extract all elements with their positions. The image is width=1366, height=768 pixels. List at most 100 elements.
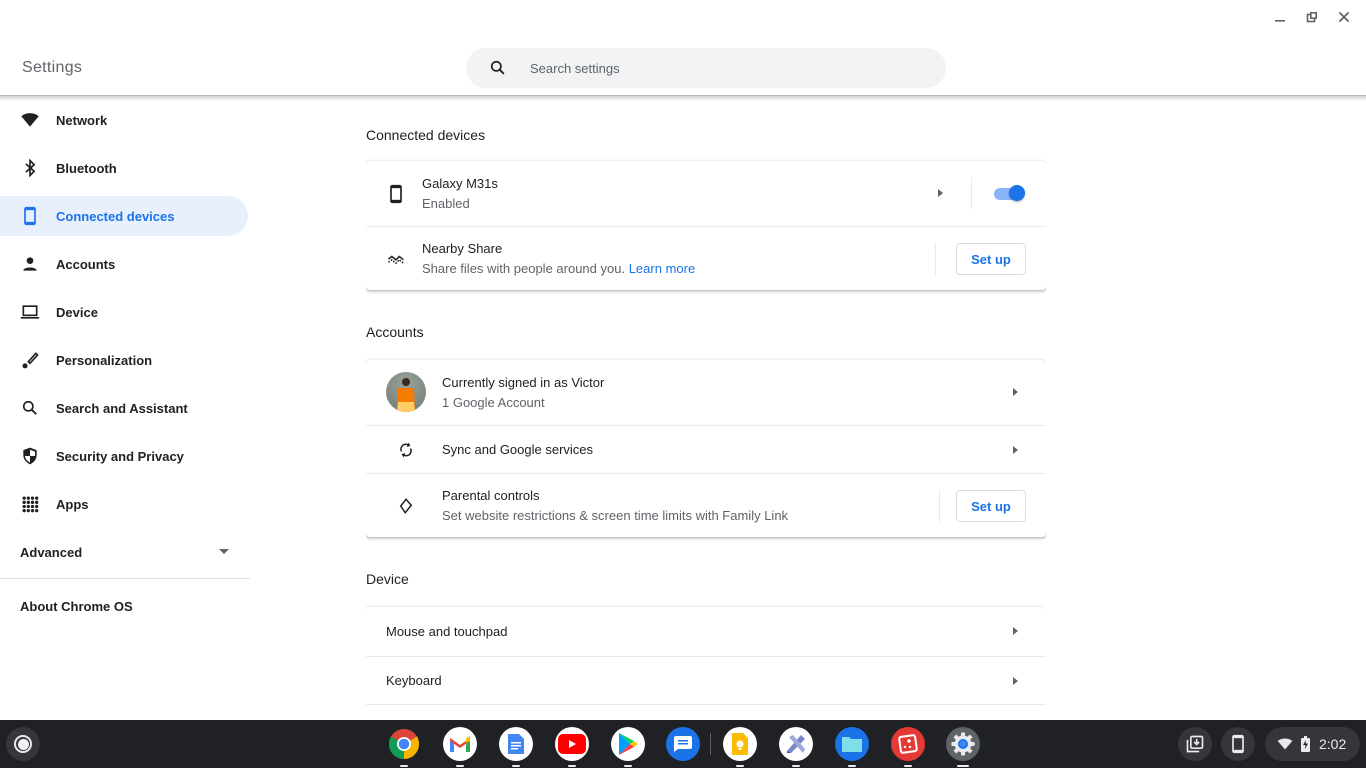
device-row-displays[interactable]: Displays xyxy=(366,704,1046,720)
sidebar-advanced-toggle[interactable]: Advanced xyxy=(0,532,248,572)
chrome-icon xyxy=(388,729,420,759)
sidebar-item-about[interactable]: About Chrome OS xyxy=(0,579,250,633)
sidebar-item-label: Accounts xyxy=(56,256,116,272)
device-row-mouse-touchpad[interactable]: Mouse and touchpad xyxy=(366,607,1046,656)
device-row-label: Keyboard xyxy=(386,673,442,688)
arrow-right-icon xyxy=(1013,446,1018,454)
device-row-keyboard[interactable]: Keyboard xyxy=(366,656,1046,704)
nearby-share-setup-button[interactable]: Set up xyxy=(956,243,1026,275)
app-title: Settings xyxy=(22,59,83,76)
sync-text: Sync and Google services xyxy=(442,442,593,457)
close-button[interactable] xyxy=(1328,6,1360,28)
signed-in-subtitle: 1 Google Account xyxy=(442,395,545,410)
phone-icon xyxy=(1232,734,1244,754)
arrow-right-icon xyxy=(1013,627,1018,635)
sidebar-item-connected-devices[interactable]: Connected devices xyxy=(0,196,248,236)
sidebar-item-label: Network xyxy=(56,112,108,128)
keep-icon xyxy=(732,733,748,755)
learn-more-link[interactable]: Learn more xyxy=(629,261,695,276)
phone-icon xyxy=(386,184,406,204)
avatar xyxy=(386,372,426,412)
running-indicator xyxy=(957,765,969,767)
shelf-app-gmail[interactable] xyxy=(443,727,477,767)
parental-controls-row[interactable]: Parental controls Set website restrictio… xyxy=(366,473,1046,537)
parental-controls-title: Parental controls xyxy=(442,488,540,503)
running-indicator xyxy=(904,765,912,767)
shelf-app-youtube[interactable] xyxy=(555,727,589,767)
settings-gear-icon xyxy=(951,732,975,756)
phone-row[interactable]: Galaxy M31s Enabled xyxy=(366,161,1046,226)
phone-text: Galaxy M31s Enabled xyxy=(422,176,498,211)
status-area[interactable]: 2:02 xyxy=(1265,727,1360,761)
search-input[interactable] xyxy=(530,60,910,76)
sidebar-item-accounts[interactable]: Accounts xyxy=(0,244,248,284)
toggle-knob xyxy=(1009,185,1025,201)
phone-hub-button[interactable] xyxy=(1221,727,1255,761)
wifi-icon xyxy=(1277,738,1293,750)
arrow-right-icon xyxy=(1013,388,1018,396)
holding-space-button[interactable] xyxy=(1178,727,1212,761)
nearby-share-icon xyxy=(386,249,406,269)
sidebar: Network Bluetooth Connected devices Acco… xyxy=(0,100,250,633)
sidebar-item-device[interactable]: Device xyxy=(0,292,248,332)
phone-name: Galaxy M31s xyxy=(422,176,498,191)
search-icon xyxy=(490,60,505,75)
files-icon xyxy=(842,737,862,752)
minimize-button[interactable] xyxy=(1264,6,1296,28)
sidebar-item-bluetooth[interactable]: Bluetooth xyxy=(0,148,248,188)
sidebar-item-personalization[interactable]: Personalization xyxy=(0,340,248,380)
sidebar-item-search-and-assistant[interactable]: Search and Assistant xyxy=(0,388,248,428)
shelf-app-chrome[interactable] xyxy=(387,727,421,767)
signed-in-text: Currently signed in as Victor 1 Google A… xyxy=(442,375,604,410)
sidebar-item-security-and-privacy[interactable]: Security and Privacy xyxy=(0,436,248,476)
nearby-share-row[interactable]: Nearby Share Share files with people aro… xyxy=(366,226,1046,290)
advanced-label: Advanced xyxy=(20,544,83,560)
shelf-app-play-store[interactable] xyxy=(611,727,645,767)
sync-row[interactable]: Sync and Google services xyxy=(366,425,1046,473)
running-indicator xyxy=(568,765,576,767)
sync-title: Sync and Google services xyxy=(442,442,594,457)
launcher-button[interactable] xyxy=(6,727,40,761)
sidebar-item-apps[interactable]: Apps xyxy=(0,484,248,524)
nearby-share-text: Nearby Share Share files with people aro… xyxy=(422,241,695,276)
search-box[interactable] xyxy=(466,48,946,88)
device-row-text: Mouse and touchpad xyxy=(386,624,507,639)
restore-button[interactable] xyxy=(1296,6,1328,28)
shelf-app-game[interactable] xyxy=(891,727,925,767)
restore-icon xyxy=(1306,12,1317,23)
family-link-icon xyxy=(396,496,416,516)
phone-toggle[interactable] xyxy=(994,183,1026,203)
device-card: Mouse and touchpad Keyboard Displays xyxy=(366,607,1046,720)
shelf-app-sketch[interactable] xyxy=(779,727,813,767)
connected-devices-card: Galaxy M31s Enabled Nearby Share Share f… xyxy=(366,161,1046,290)
shelf-app-files[interactable] xyxy=(835,727,869,767)
running-indicator xyxy=(624,765,632,767)
shield-icon xyxy=(20,446,40,466)
settings-window: Settings Network Bluetooth Connected dev… xyxy=(0,0,1366,720)
shelf-app-keep[interactable] xyxy=(723,727,757,767)
sidebar-item-label: Personalization xyxy=(56,352,153,368)
row-separator xyxy=(939,490,940,522)
clock: 2:02 xyxy=(1319,736,1347,752)
battery-charging-icon xyxy=(1301,736,1310,752)
holding-space-icon xyxy=(1186,735,1204,753)
shelf-app-messages[interactable] xyxy=(666,727,700,761)
row-separator xyxy=(971,177,972,209)
sidebar-item-label: Apps xyxy=(56,496,89,512)
pencil-ruler-icon xyxy=(787,735,805,753)
row-separator xyxy=(935,243,936,275)
sidebar-item-label: Connected devices xyxy=(56,208,175,224)
shelf-app-settings[interactable] xyxy=(946,727,980,767)
brush-icon xyxy=(20,350,40,370)
settings-header: Settings xyxy=(0,36,1366,96)
shelf-app-docs[interactable] xyxy=(499,727,533,767)
signed-in-row[interactable]: Currently signed in as Victor 1 Google A… xyxy=(366,360,1046,425)
caret-down-icon xyxy=(219,549,229,554)
parental-controls-setup-button[interactable]: Set up xyxy=(956,490,1026,522)
running-indicator xyxy=(792,765,800,767)
nearby-share-description: Share files with people around you. Lear… xyxy=(422,261,695,276)
main-content: Connected devices Galaxy M31s Enabled Ne… xyxy=(366,100,1046,720)
sidebar-item-network[interactable]: Network xyxy=(0,100,248,140)
running-indicator xyxy=(456,765,464,767)
apps-grid-icon xyxy=(20,494,40,514)
